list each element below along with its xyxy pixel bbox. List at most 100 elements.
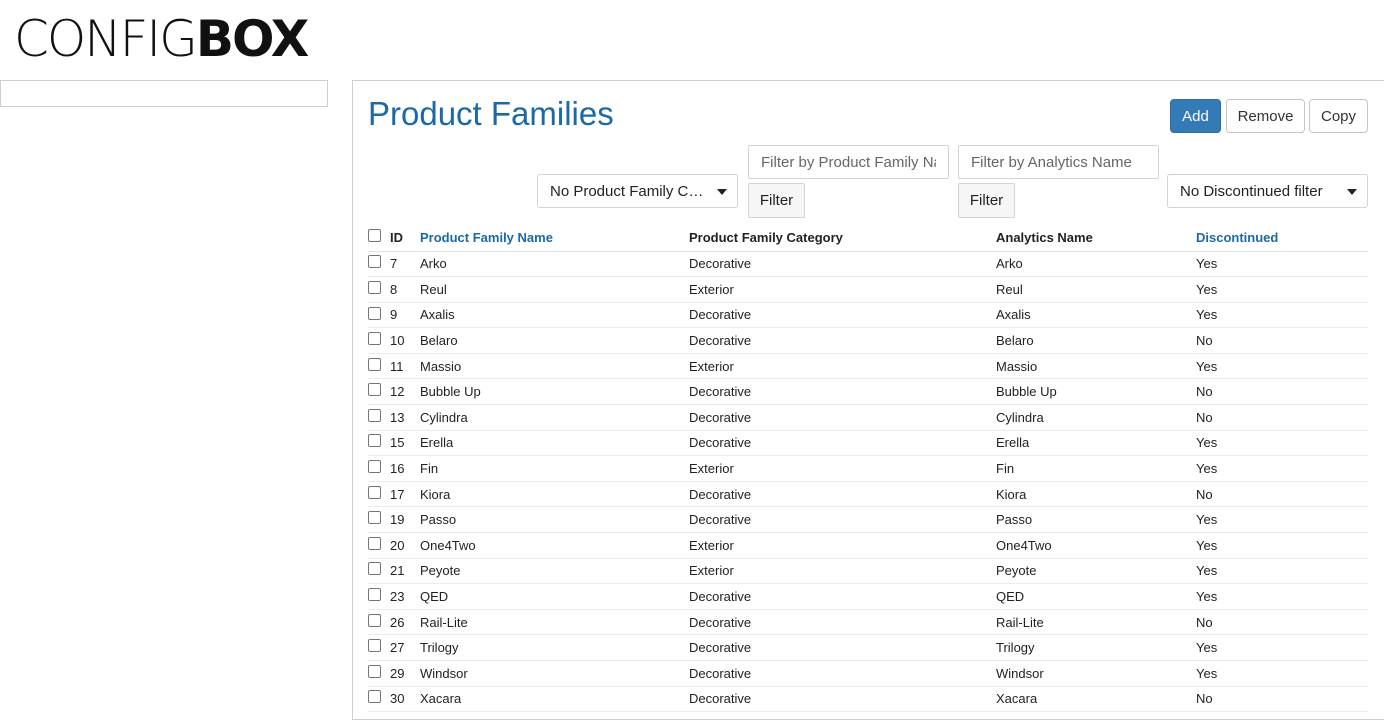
discontinued-filter-select[interactable]: No Discontinued filter	[1167, 174, 1368, 208]
row-checkbox[interactable]	[368, 332, 381, 346]
row-checkbox[interactable]	[368, 588, 381, 602]
row-discontinued: Yes	[1196, 430, 1368, 457]
row-product-family-name-link[interactable]: Passo	[420, 506, 689, 534]
analytics-name-filter-input[interactable]	[958, 145, 1159, 179]
row-product-family-name-link[interactable]: Massio	[420, 353, 689, 380]
row-product-family-name-link[interactable]: Erella	[420, 430, 689, 457]
header-product-family-name[interactable]: Product Family Name	[420, 224, 689, 252]
row-product-family-name-link[interactable]: Axalis	[420, 302, 689, 329]
table-row: 17 Kiora Decorative Kiora No	[368, 481, 1368, 508]
row-product-family-name-link[interactable]: Peyote	[420, 558, 689, 585]
row-category: Decorative	[689, 609, 996, 636]
row-product-family-name-link[interactable]: Cylindra	[420, 404, 689, 431]
row-discontinued: No	[1196, 327, 1368, 354]
category-filter-select[interactable]: No Product Family Cat…	[537, 174, 738, 208]
row-checkbox[interactable]	[368, 460, 381, 474]
row-product-family-name-link[interactable]: Fin	[420, 455, 689, 482]
row-category: Exterior	[689, 353, 996, 380]
row-checkbox[interactable]	[368, 280, 381, 294]
row-analytics-name: Rail-Lite	[996, 609, 1196, 636]
row-checkbox-cell	[368, 532, 390, 559]
table-row: 30 Xacara Decorative Xacara No	[368, 686, 1368, 713]
row-product-family-name-link[interactable]: Xacara	[420, 686, 689, 713]
row-checkbox[interactable]	[368, 255, 381, 269]
row-category: Decorative	[689, 378, 996, 406]
row-analytics-name: Axalis	[996, 302, 1196, 329]
row-checkbox[interactable]	[368, 690, 381, 704]
row-checkbox[interactable]	[368, 408, 381, 422]
row-product-family-name-link[interactable]: Reul	[420, 276, 689, 303]
row-checkbox[interactable]	[368, 434, 381, 448]
row-analytics-name: Erella	[996, 430, 1196, 457]
row-checkbox[interactable]	[368, 357, 381, 371]
analytics-filter-button[interactable]: Filter	[958, 183, 1015, 218]
row-discontinued: Yes	[1196, 532, 1368, 559]
row-id: 17	[390, 481, 420, 508]
row-category: Decorative	[689, 481, 996, 508]
row-analytics-name: Passo	[996, 506, 1196, 534]
row-analytics-name: Bubble Up	[996, 378, 1196, 406]
row-discontinued: Yes	[1196, 276, 1368, 303]
row-analytics-name: Belaro	[996, 327, 1196, 354]
row-checkbox-cell	[368, 430, 390, 457]
table-row: 11 Massio Exterior Massio Yes	[368, 353, 1368, 380]
table-row: 23 QED Decorative QED Yes	[368, 583, 1368, 610]
row-checkbox[interactable]	[368, 511, 381, 525]
name-filter-button[interactable]: Filter	[748, 183, 805, 218]
product-family-name-filter-input[interactable]	[748, 145, 949, 179]
table-row: 13 Cylindra Decorative Cylindra No	[368, 404, 1368, 431]
table-row: 19 Passo Decorative Passo Yes	[368, 506, 1368, 534]
configbox-logo: CONFIGBOX	[14, 14, 309, 64]
row-product-family-name-link[interactable]: Arko	[420, 251, 689, 278]
table-header-row: ID Product Family Name Product Family Ca…	[368, 224, 1368, 252]
product-families-table: ID Product Family Name Product Family Ca…	[368, 224, 1368, 713]
row-id: 9	[390, 302, 420, 329]
row-discontinued: Yes	[1196, 634, 1368, 661]
row-category: Decorative	[689, 660, 996, 687]
row-product-family-name-link[interactable]: One4Two	[420, 532, 689, 559]
table-row: 15 Erella Decorative Erella Yes	[368, 430, 1368, 457]
row-checkbox[interactable]	[368, 639, 381, 653]
add-button[interactable]: Add	[1170, 99, 1221, 133]
row-product-family-name-link[interactable]: Rail-Lite	[420, 609, 689, 636]
row-product-family-name-link[interactable]: QED	[420, 583, 689, 610]
row-product-family-name-link[interactable]: Belaro	[420, 327, 689, 354]
row-checkbox[interactable]	[368, 536, 381, 550]
row-checkbox[interactable]	[368, 485, 381, 499]
row-category: Decorative	[689, 506, 996, 534]
row-category: Exterior	[689, 276, 996, 303]
sidebar-search-box[interactable]	[0, 80, 328, 107]
row-checkbox-cell	[368, 302, 390, 329]
copy-button[interactable]: Copy	[1309, 99, 1368, 133]
row-product-family-name-link[interactable]: Windsor	[420, 660, 689, 687]
main-panel: Product Families Add Remove Copy No Prod…	[352, 80, 1384, 720]
row-checkbox[interactable]	[368, 306, 381, 320]
row-analytics-name: One4Two	[996, 532, 1196, 559]
logo-text-bold: BOX	[195, 10, 309, 68]
table-row: 26 Rail-Lite Decorative Rail-Lite No	[368, 609, 1368, 636]
row-category: Decorative	[689, 686, 996, 713]
row-product-family-name-link[interactable]: Trilogy	[420, 634, 689, 661]
caret-down-icon	[1347, 189, 1357, 195]
row-id: 7	[390, 251, 420, 278]
row-category: Exterior	[689, 455, 996, 482]
row-product-family-name-link[interactable]: Kiora	[420, 481, 689, 508]
header-discontinued[interactable]: Discontinued	[1196, 224, 1368, 252]
row-checkbox[interactable]	[368, 562, 381, 576]
row-category: Decorative	[689, 302, 996, 329]
row-id: 13	[390, 404, 420, 431]
row-discontinued: Yes	[1196, 251, 1368, 278]
remove-button[interactable]: Remove	[1226, 99, 1305, 133]
row-product-family-name-link[interactable]: Bubble Up	[420, 378, 689, 406]
row-discontinued: No	[1196, 686, 1368, 713]
row-checkbox[interactable]	[368, 613, 381, 627]
caret-down-icon	[717, 189, 727, 195]
table-row: 7 Arko Decorative Arko Yes	[368, 251, 1368, 278]
row-checkbox[interactable]	[368, 383, 381, 397]
row-category: Decorative	[689, 583, 996, 610]
select-all-checkbox[interactable]	[368, 228, 381, 242]
row-discontinued: Yes	[1196, 583, 1368, 610]
row-id: 19	[390, 506, 420, 534]
row-id: 30	[390, 686, 420, 713]
row-checkbox[interactable]	[368, 664, 381, 678]
